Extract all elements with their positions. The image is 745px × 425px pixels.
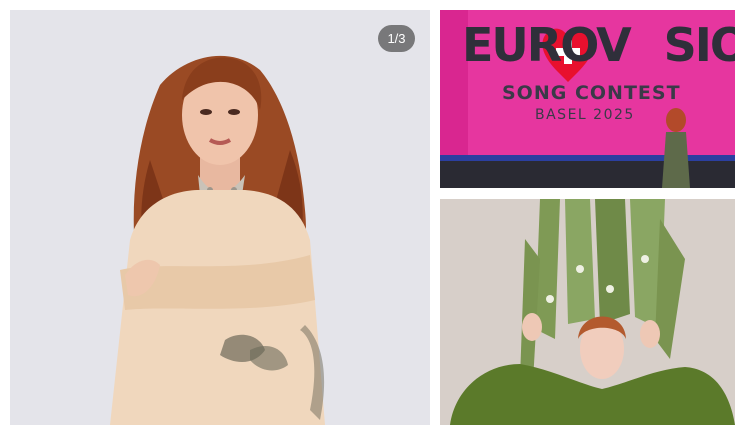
eurovision-logo-wordmark: EUROVSION <box>462 18 735 72</box>
gallery-main-photo[interactable]: 1/3 <box>10 10 430 425</box>
eurovision-logo-subtitle: SONG CONTEST <box>502 82 681 104</box>
gallery-thumbnail-eurovision[interactable]: EUROVSION SONG CONTEST BASEL 2025 <box>440 10 735 188</box>
nature-image <box>440 199 735 425</box>
image-counter-badge: 1/3 <box>378 25 415 52</box>
photo-gallery: 1/3 EUROVSION SONG CONTEST BASEL 2025 <box>0 0 745 425</box>
eurovision-logo-city: BASEL 2025 <box>535 107 635 123</box>
gallery-thumbnail-nature[interactable] <box>440 199 735 425</box>
portrait-image <box>10 10 430 425</box>
